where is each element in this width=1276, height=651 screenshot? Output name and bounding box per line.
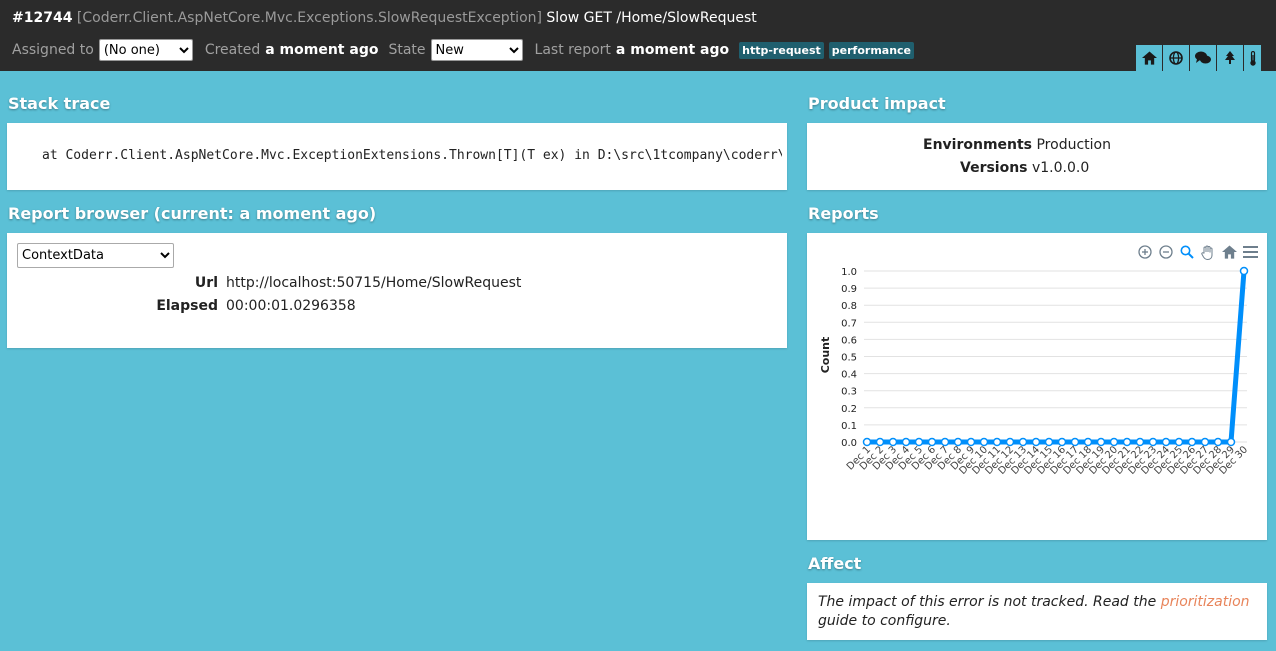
context-value-url: http://localhost:50715/Home/SlowRequest: [226, 275, 522, 291]
incident-title: #12744 [Coderr.Client.AspNetCore.Mvc.Exc…: [12, 10, 757, 26]
x-axis-ticks: Dec 1Dec 2Dec 3Dec 4Dec 5Dec 6Dec 7Dec 8…: [845, 444, 1250, 477]
y-tick-label: 1.0: [841, 267, 857, 278]
reports-chart: 0.00.10.20.30.40.50.60.70.80.91.0 Count …: [819, 266, 1250, 477]
incident-id: #12744: [12, 10, 73, 26]
y-tick-label: 0.3: [841, 387, 857, 398]
report-browser-panel: ContextData Url http://localhost:50715/H…: [7, 233, 787, 348]
y-tick-label: 0.4: [841, 370, 857, 381]
report-browser-title: Report browser (current: a moment ago): [8, 204, 377, 223]
versions-label: Versions: [960, 160, 1028, 176]
y-tick-label: 0.6: [841, 335, 857, 346]
affect-text-before: The impact of this error is not tracked.…: [818, 594, 1161, 610]
state-label: State: [388, 42, 426, 58]
reports-title: Reports: [808, 204, 879, 223]
versions-row: Versions v1.0.0.0: [960, 160, 1089, 176]
data-point[interactable]: [1239, 266, 1249, 276]
chart-gridlines: [864, 270, 1247, 443]
assigned-label: Assigned to: [12, 42, 94, 58]
tree-icon[interactable]: [1217, 45, 1244, 71]
reports-panel: 0.0 0.1 0.2 0.3 0.4 0.5 0.6 0.7 0.8 0.9 1.0 Count …: [807, 233, 1267, 540]
stack-trace-panel: at Coderr.Client.AspNetCore.Mvc.Exceptio…: [7, 123, 787, 190]
stack-trace-title: Stack trace: [8, 94, 111, 113]
context-value-elapsed: 00:00:01.0296358: [226, 298, 356, 314]
incident-header: #12744 [Coderr.Client.AspNetCore.Mvc.Exc…: [0, 0, 1276, 71]
incident-nav: [1136, 45, 1262, 71]
context-key-elapsed: Elapsed: [156, 298, 218, 314]
last-report-label: Last report: [534, 42, 611, 58]
environments-value: Production: [1036, 137, 1111, 153]
y-tick-label: 0.7: [841, 318, 857, 329]
affect-text: The impact of this error is not tracked.…: [818, 593, 1258, 631]
created-label: Created: [204, 42, 261, 58]
y-tick-label: 0.5: [841, 353, 857, 364]
context-key-url: Url: [194, 275, 218, 291]
home-icon[interactable]: [1136, 45, 1163, 71]
y-axis-label: Count: [819, 337, 832, 374]
incident-meta: Assigned to (No one) Created a moment ag…: [12, 38, 919, 62]
comments-icon[interactable]: [1190, 45, 1217, 71]
versions-value: v1.0.0.0: [1031, 160, 1090, 176]
globe-icon[interactable]: [1163, 45, 1190, 71]
environments-row: Environments Production: [923, 137, 1111, 153]
tag-http-request[interactable]: http-request: [739, 41, 824, 59]
context-collection-select[interactable]: ContextData: [17, 243, 174, 268]
y-tick-label: 0.2: [841, 404, 857, 415]
exception-type: [Coderr.Client.AspNetCore.Mvc.Exceptions…: [76, 10, 542, 26]
prioritization-link[interactable]: prioritization: [1161, 594, 1250, 610]
affect-panel: The impact of this error is not tracked.…: [807, 583, 1267, 640]
stack-trace-line[interactable]: at Coderr.Client.AspNetCore.Mvc.Exceptio…: [42, 148, 782, 163]
thermometer-icon[interactable]: [1244, 45, 1262, 71]
last-report-value: a moment ago: [615, 42, 730, 58]
incident-message: Slow GET /Home/SlowRequest: [546, 10, 757, 26]
state-select[interactable]: New: [430, 39, 523, 61]
y-tick-label: 0.9: [841, 284, 857, 295]
y-tick-label: 0.0: [841, 438, 857, 449]
created-value: a moment ago: [265, 42, 379, 58]
affect-text-after: guide to configure.: [818, 613, 951, 629]
product-impact-title: Product impact: [808, 94, 946, 113]
y-tick-label: 0.1: [841, 421, 857, 432]
product-impact-panel: Environments Production Versions v1.0.0.…: [807, 123, 1267, 190]
environments-label: Environments: [923, 137, 1033, 153]
affect-title: Affect: [808, 554, 862, 573]
assigned-select[interactable]: (No one): [98, 39, 193, 61]
tag-performance[interactable]: performance: [828, 41, 915, 59]
y-axis-ticks: 0.0 0.1 0.2 0.3 0.4 0.5 0.6 0.7 0.8 0.9 1.0: [841, 267, 857, 449]
y-tick-label: 0.8: [841, 301, 857, 312]
